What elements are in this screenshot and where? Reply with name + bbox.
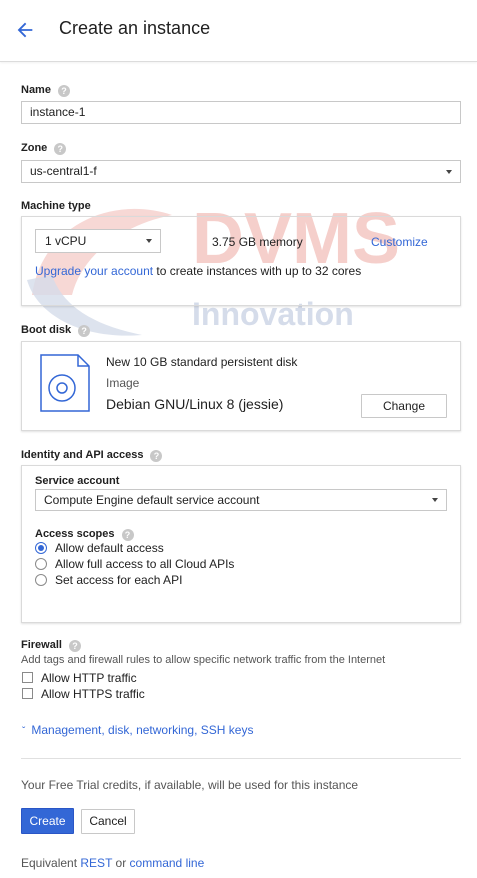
service-account-select[interactable]: Compute Engine default service account bbox=[35, 489, 447, 511]
scope-default-radio[interactable] bbox=[35, 542, 47, 554]
disk-title: New 10 GB standard persistent disk bbox=[106, 355, 298, 369]
help-icon[interactable]: ? bbox=[57, 85, 70, 97]
firewall-label: Firewall? bbox=[21, 639, 81, 652]
https-checkbox[interactable] bbox=[22, 688, 33, 699]
equivalent-text: Equivalent bbox=[21, 856, 78, 870]
memory-text: 3.75 GB memory bbox=[212, 235, 303, 249]
upgrade-account-link[interactable]: Upgrade your account bbox=[35, 264, 153, 278]
firewall-label-text: Firewall bbox=[21, 639, 62, 651]
boot-disk-label: Boot disk? bbox=[21, 324, 91, 337]
free-trial-note: Your Free Trial credits, if available, w… bbox=[21, 778, 359, 792]
management-link-text: Management, disk, networking, SSH keys bbox=[31, 723, 254, 737]
machine-type-label: Machine type bbox=[21, 200, 91, 212]
zone-select[interactable]: us-central1-f bbox=[21, 160, 461, 183]
help-icon[interactable]: ? bbox=[150, 450, 163, 462]
cancel-button[interactable]: Cancel bbox=[81, 809, 135, 834]
help-icon[interactable]: ? bbox=[78, 325, 91, 337]
scope-default-label[interactable]: Allow default access bbox=[55, 541, 164, 555]
rest-link[interactable]: REST bbox=[80, 856, 112, 870]
create-button[interactable]: Create bbox=[21, 808, 74, 834]
disk-icon bbox=[40, 354, 90, 412]
management-expand-link[interactable]: ˇ Management, disk, networking, SSH keys bbox=[22, 723, 253, 737]
upgrade-text: to create instances with up to 32 cores bbox=[156, 264, 362, 278]
zone-label-text: Zone bbox=[21, 142, 48, 154]
command-line-link[interactable]: command line bbox=[130, 856, 205, 870]
header-bar: Create an instance bbox=[0, 0, 477, 62]
help-icon[interactable]: ? bbox=[54, 143, 67, 155]
name-label-text: Name bbox=[21, 84, 51, 96]
page-title: Create an instance bbox=[59, 18, 211, 38]
image-label: Image bbox=[106, 376, 140, 390]
identity-label: Identity and API access? bbox=[21, 449, 163, 462]
chevron-down-icon bbox=[432, 498, 438, 502]
name-label: Name? bbox=[21, 84, 70, 97]
name-input[interactable]: instance-1 bbox=[21, 101, 461, 124]
chevron-down-icon bbox=[446, 169, 452, 174]
cpu-select[interactable]: 1 vCPU bbox=[35, 229, 161, 253]
http-checkbox[interactable] bbox=[22, 672, 33, 683]
boot-disk-label-text: Boot disk bbox=[21, 324, 72, 336]
image-value: Debian GNU/Linux 8 (jessie) bbox=[106, 396, 284, 412]
identity-label-text: Identity and API access bbox=[21, 449, 144, 461]
service-account-value: Compute Engine default service account bbox=[44, 493, 260, 507]
https-label[interactable]: Allow HTTPS traffic bbox=[41, 687, 145, 701]
arrow-back-icon[interactable] bbox=[14, 19, 36, 41]
equivalent-row: Equivalent REST or command line bbox=[21, 856, 204, 870]
upgrade-row: Upgrade your account to create instances… bbox=[35, 264, 361, 278]
access-scopes-label: Access scopes? bbox=[35, 528, 134, 541]
access-scopes-label-text: Access scopes bbox=[35, 528, 115, 540]
scope-custom-label[interactable]: Set access for each API bbox=[55, 573, 182, 587]
help-icon[interactable]: ? bbox=[68, 640, 81, 652]
service-account-label: Service account bbox=[35, 475, 120, 487]
cpu-select-value: 1 vCPU bbox=[45, 234, 87, 248]
customize-link[interactable]: Customize bbox=[371, 235, 428, 249]
scope-custom-radio[interactable] bbox=[35, 574, 47, 586]
change-button[interactable]: Change bbox=[361, 394, 447, 418]
expand-more-icon: ˇ bbox=[22, 726, 26, 737]
chevron-down-icon bbox=[146, 239, 152, 243]
or-text: or bbox=[115, 856, 127, 870]
http-label[interactable]: Allow HTTP traffic bbox=[41, 671, 137, 685]
firewall-description: Add tags and firewall rules to allow spe… bbox=[21, 654, 386, 666]
zone-select-value: us-central1-f bbox=[30, 164, 97, 178]
scope-full-radio[interactable] bbox=[35, 558, 47, 570]
help-icon[interactable]: ? bbox=[121, 529, 134, 541]
zone-label: Zone? bbox=[21, 142, 67, 155]
divider bbox=[21, 758, 461, 759]
scope-full-label[interactable]: Allow full access to all Cloud APIs bbox=[55, 557, 234, 571]
